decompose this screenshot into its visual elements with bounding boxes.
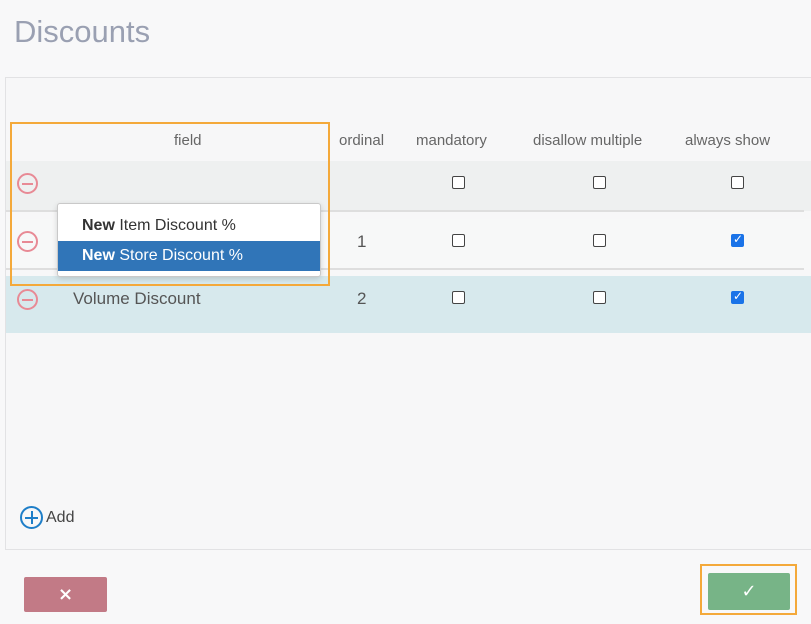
check-icon: ✓ xyxy=(741,581,757,602)
mandatory-checkbox[interactable] xyxy=(452,176,465,189)
mandatory-checkbox[interactable] xyxy=(452,234,465,247)
remove-row-icon[interactable] xyxy=(17,231,38,252)
add-label: Add xyxy=(46,508,75,526)
option-label: Store Discount % xyxy=(119,247,243,264)
always-show-checkbox[interactable] xyxy=(731,176,744,189)
close-icon: × xyxy=(57,584,74,605)
disallow-multiple-checkbox[interactable] xyxy=(593,176,606,189)
disallow-multiple-checkbox[interactable] xyxy=(593,291,606,304)
dropdown-option-new-store-discount[interactable]: New Store Discount % xyxy=(58,241,320,271)
column-header-always-show: always show xyxy=(685,132,771,149)
option-label: Item Discount % xyxy=(119,217,236,234)
column-header-field: field xyxy=(174,132,202,149)
row-ordinal: 1 xyxy=(357,232,367,251)
column-header-disallow-multiple: disallow multiple xyxy=(533,132,643,149)
remove-row-icon[interactable] xyxy=(17,289,38,310)
column-header-mandatory: mandatory xyxy=(416,132,487,149)
option-prefix: New xyxy=(82,217,115,234)
cancel-button[interactable]: × xyxy=(24,577,107,612)
dropdown-option-new-item-discount[interactable]: New Item Discount % xyxy=(58,211,320,241)
disallow-multiple-checkbox[interactable] xyxy=(593,234,606,247)
confirm-button[interactable]: ✓ xyxy=(708,573,790,610)
mandatory-checkbox[interactable] xyxy=(452,291,465,304)
plus-circle-icon xyxy=(20,506,43,529)
remove-row-icon[interactable] xyxy=(17,173,38,194)
add-row-button[interactable]: Add xyxy=(20,506,74,529)
row-field-value[interactable]: Volume Discount xyxy=(73,289,201,309)
column-header-ordinal: ordinal xyxy=(339,132,385,149)
always-show-checkbox[interactable] xyxy=(731,289,744,304)
row-ordinal: 2 xyxy=(357,289,367,308)
option-prefix: New xyxy=(82,247,115,264)
field-dropdown-menu: New Item Discount % New Store Discount % xyxy=(57,203,321,277)
always-show-checkbox[interactable] xyxy=(731,232,744,247)
page-title: Discounts xyxy=(14,14,151,49)
